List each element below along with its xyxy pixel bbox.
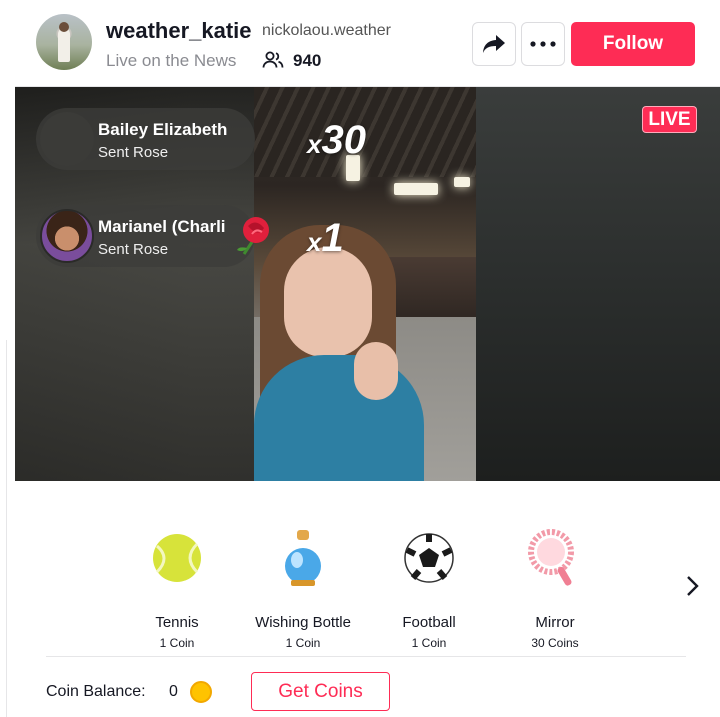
gift-item-mirror[interactable]: Mirror 30 Coins (490, 528, 620, 650)
wishing-bottle-icon (285, 530, 321, 586)
studio-light (454, 177, 470, 187)
gift-name: Mirror (535, 614, 575, 631)
get-coins-button[interactable]: Get Coins (251, 672, 390, 711)
chevron-right-icon (687, 576, 699, 596)
combo-prefix: x (307, 129, 322, 159)
gift-action: Sent Rose (98, 241, 169, 258)
coin-balance-value: 0 (169, 683, 178, 700)
sender-name[interactable]: Marianel (Charli (98, 217, 253, 237)
more-icon (530, 41, 556, 47)
gift-name: Wishing Bottle (255, 614, 351, 631)
sender-name[interactable]: Bailey Elizabeth (98, 120, 253, 140)
video-blur-right (476, 87, 720, 481)
avatar-figure (58, 28, 70, 62)
gift-action: Sent Rose (98, 144, 169, 161)
viewer-count: 940 (293, 51, 322, 70)
host-avatar[interactable] (36, 14, 92, 70)
coin-icon (190, 681, 212, 703)
gift-item-football[interactable]: Football 1 Coin (364, 528, 494, 650)
gift-notification: Marianel (Charli Sent Rose (36, 205, 255, 267)
gift-cost: 1 Coin (159, 636, 195, 650)
gift-name: Tennis (155, 614, 199, 631)
share-button[interactable] (472, 22, 516, 66)
viewers-icon (262, 51, 284, 68)
sender-avatar[interactable] (40, 209, 94, 263)
live-badge: LIVE (642, 106, 697, 133)
gift-name: Football (402, 614, 456, 631)
sender-avatar[interactable] (40, 112, 94, 166)
host-username[interactable]: weather_katie (106, 18, 252, 44)
follow-button[interactable]: Follow (571, 22, 695, 66)
presenter-hand (354, 342, 398, 400)
combo-number: 1 (321, 216, 344, 260)
live-title: Live on the News (106, 51, 237, 70)
tennis-ball-icon (153, 534, 201, 582)
rose-icon (237, 217, 269, 255)
football-icon (404, 533, 454, 583)
divider (46, 656, 686, 657)
gift-combo-count: x1 (307, 216, 344, 261)
studio-light (394, 183, 438, 195)
next-gifts-button[interactable] (682, 572, 704, 600)
gift-item-tennis[interactable]: Tennis 1 Coin (112, 528, 242, 650)
host-handle[interactable]: nickolaou.weather (262, 22, 391, 40)
presenter-face (284, 247, 372, 357)
coin-balance-label: Coin Balance: (46, 683, 146, 700)
more-options-button[interactable] (521, 22, 565, 66)
avatar-head (59, 22, 69, 32)
page-edge-rule (6, 340, 7, 717)
gift-cost: 1 Coin (285, 636, 321, 650)
combo-number: 30 (321, 118, 366, 162)
gift-item-wishing-bottle[interactable]: Wishing Bottle 1 Coin (238, 528, 368, 650)
live-header: weather_katie nickolaou.weather Live on … (0, 0, 720, 86)
gift-cost: 30 Coins (531, 636, 579, 650)
gift-combo-count: x30 (307, 118, 366, 163)
share-icon (483, 35, 505, 53)
mirror-icon (528, 529, 574, 586)
combo-prefix: x (307, 227, 322, 257)
gift-cost: 1 Coin (411, 636, 447, 650)
gift-notification: Bailey Elizabeth Sent Rose (36, 108, 255, 170)
presenter-body (254, 355, 424, 481)
